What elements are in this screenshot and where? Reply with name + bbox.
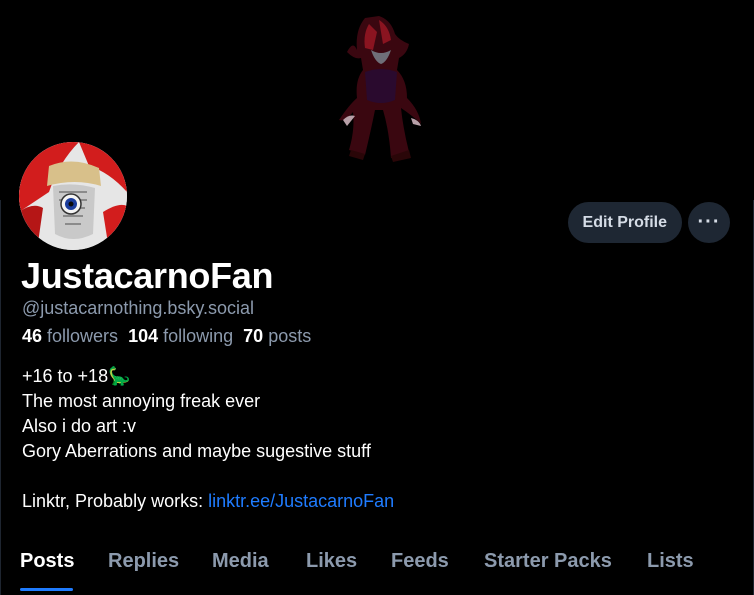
display-name: JustacarnoFan	[21, 255, 274, 296]
tab-replies[interactable]: Replies	[108, 550, 179, 573]
following-stat[interactable]: 104 following	[128, 326, 233, 347]
banner-artwork-icon	[339, 16, 421, 162]
profile-stats: 46 followers 104 following 70 posts	[22, 326, 311, 347]
ellipsis-icon: ···	[697, 211, 721, 233]
edit-profile-button[interactable]: Edit Profile	[567, 202, 682, 243]
bio-blank-line	[22, 464, 722, 489]
bio-link-prefix: Linktr, Probably works:	[22, 491, 209, 511]
avatar[interactable]	[16, 139, 130, 253]
bio-line: Gory Aberrations and maybe sugestive stu…	[22, 441, 371, 461]
bio-line: +16 to +18🦕	[22, 366, 131, 386]
tab-lists[interactable]: Lists	[647, 550, 694, 573]
tab-starter-packs[interactable]: Starter Packs	[484, 550, 612, 573]
tab-feeds[interactable]: Feeds	[391, 550, 449, 573]
profile-actions: Edit Profile ···	[567, 202, 730, 243]
tab-likes[interactable]: Likes	[306, 550, 357, 573]
avatar-artwork-icon	[19, 142, 127, 250]
more-options-button[interactable]: ···	[688, 202, 730, 243]
tab-media[interactable]: Media	[212, 550, 269, 573]
posts-stat: 70 posts	[243, 326, 311, 347]
bio-link[interactable]: linktr.ee/JustacarnoFan	[208, 491, 394, 511]
profile-tabs: Posts Replies Media Likes Feeds Starter …	[0, 544, 754, 595]
followers-count: 46	[22, 326, 43, 346]
followers-stat[interactable]: 46 followers	[22, 326, 118, 347]
bio-line: The most annoying freak ever	[22, 391, 261, 411]
profile-handle: @justacarnothing.bsky.social	[22, 298, 255, 318]
bio-line: Linktr, Probably works: linktr.ee/Justac…	[22, 489, 722, 514]
bio-line: Also i do art :v	[22, 416, 137, 436]
profile-bio: +16 to +18🦕 The most annoying freak ever…	[22, 364, 722, 514]
posts-count: 70	[243, 326, 264, 346]
following-count: 104	[128, 326, 159, 346]
posts-label: posts	[268, 326, 312, 346]
tab-posts[interactable]: Posts	[20, 550, 74, 573]
following-label: following	[163, 326, 234, 346]
active-tab-indicator	[20, 588, 73, 591]
followers-label: followers	[47, 326, 119, 346]
